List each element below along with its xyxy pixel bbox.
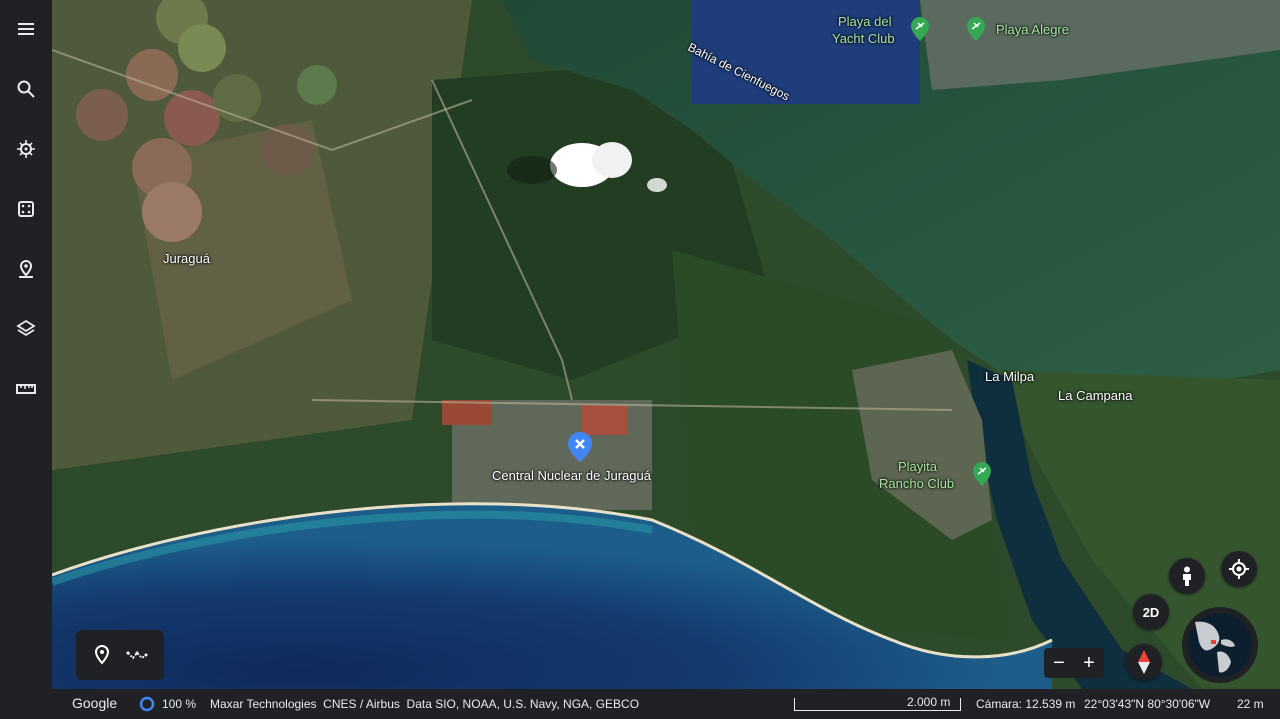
path-icon <box>126 651 148 660</box>
map-label-la-milpa[interactable]: La Milpa <box>985 369 1034 384</box>
projects-icon <box>19 259 33 278</box>
globe-icon <box>1188 613 1252 677</box>
map-label-central-nuclear[interactable]: Central Nuclear de Juraguá <box>492 468 651 483</box>
map-label-playita-line2[interactable]: Rancho Club <box>879 476 954 491</box>
layers-icon <box>16 319 36 337</box>
draw-line-button[interactable] <box>126 643 150 667</box>
voyager-icon <box>17 140 35 158</box>
layers-button[interactable] <box>8 311 44 347</box>
zoom-out-button[interactable]: − <box>1044 648 1074 678</box>
compass-button[interactable] <box>1126 644 1162 680</box>
map-label-juragua[interactable]: Juraguá <box>163 251 210 266</box>
projects-button[interactable] <box>8 251 44 287</box>
search-icon <box>17 80 35 98</box>
dice-icon <box>18 201 34 217</box>
beach-pin-icon[interactable] <box>967 17 985 41</box>
sidebar <box>0 0 52 719</box>
mini-globe[interactable] <box>1182 607 1258 683</box>
map-label-yacht-line2[interactable]: Yacht Club <box>832 31 895 46</box>
menu-icon <box>18 23 34 35</box>
map-imagery <box>52 0 1280 689</box>
drawing-tools <box>76 630 164 680</box>
loading-progress-icon <box>139 696 155 712</box>
imagery-attribution[interactable]: Maxar Technologies CNES / Airbus Data SI… <box>210 697 639 711</box>
status-bar: Google 100 % Maxar Technologies CNES / A… <box>52 689 1280 719</box>
voyager-button[interactable] <box>8 131 44 167</box>
street-view-button[interactable] <box>1169 558 1205 594</box>
beach-pin-icon[interactable] <box>973 462 991 486</box>
menu-button[interactable] <box>8 11 44 47</box>
satellite-map[interactable]: Bahía de Cienfuegos Playa del Yacht Club… <box>52 0 1280 689</box>
map-label-playita-line1[interactable]: Playita <box>898 459 937 474</box>
location-target-icon <box>1229 559 1249 579</box>
zoom-in-button[interactable]: + <box>1074 648 1104 678</box>
search-button[interactable] <box>8 71 44 107</box>
beach-pin-icon[interactable] <box>911 17 929 41</box>
my-location-button[interactable] <box>1221 551 1257 587</box>
placemark-icon <box>94 644 110 665</box>
cursor-coordinates: 22°03'43"N 80°30'06"W <box>1084 697 1211 711</box>
map-label-yacht-line1[interactable]: Playa del <box>838 14 891 29</box>
loading-progress-text: 100 % <box>162 697 197 711</box>
map-label-la-campana[interactable]: La Campana <box>1058 388 1132 403</box>
elevation: 22 m <box>1237 697 1264 711</box>
measure-button[interactable] <box>8 371 44 407</box>
map-label-playa-alegre[interactable]: Playa Alegre <box>996 22 1069 37</box>
camera-altitude: Cámara: 12.539 m <box>976 697 1076 711</box>
add-placemark-button[interactable] <box>90 643 114 667</box>
compass-icon <box>1138 650 1150 674</box>
pegman-icon <box>1183 566 1191 586</box>
zoom-controls: − + <box>1044 648 1104 678</box>
scale-label: 2.000 m <box>907 695 951 709</box>
ruler-icon <box>16 384 36 394</box>
google-logo: Google <box>72 695 118 711</box>
feeling-lucky-button[interactable] <box>8 191 44 227</box>
toggle-2d-button[interactable]: 2D <box>1133 594 1169 630</box>
selected-place-pin-icon[interactable] <box>568 432 592 462</box>
